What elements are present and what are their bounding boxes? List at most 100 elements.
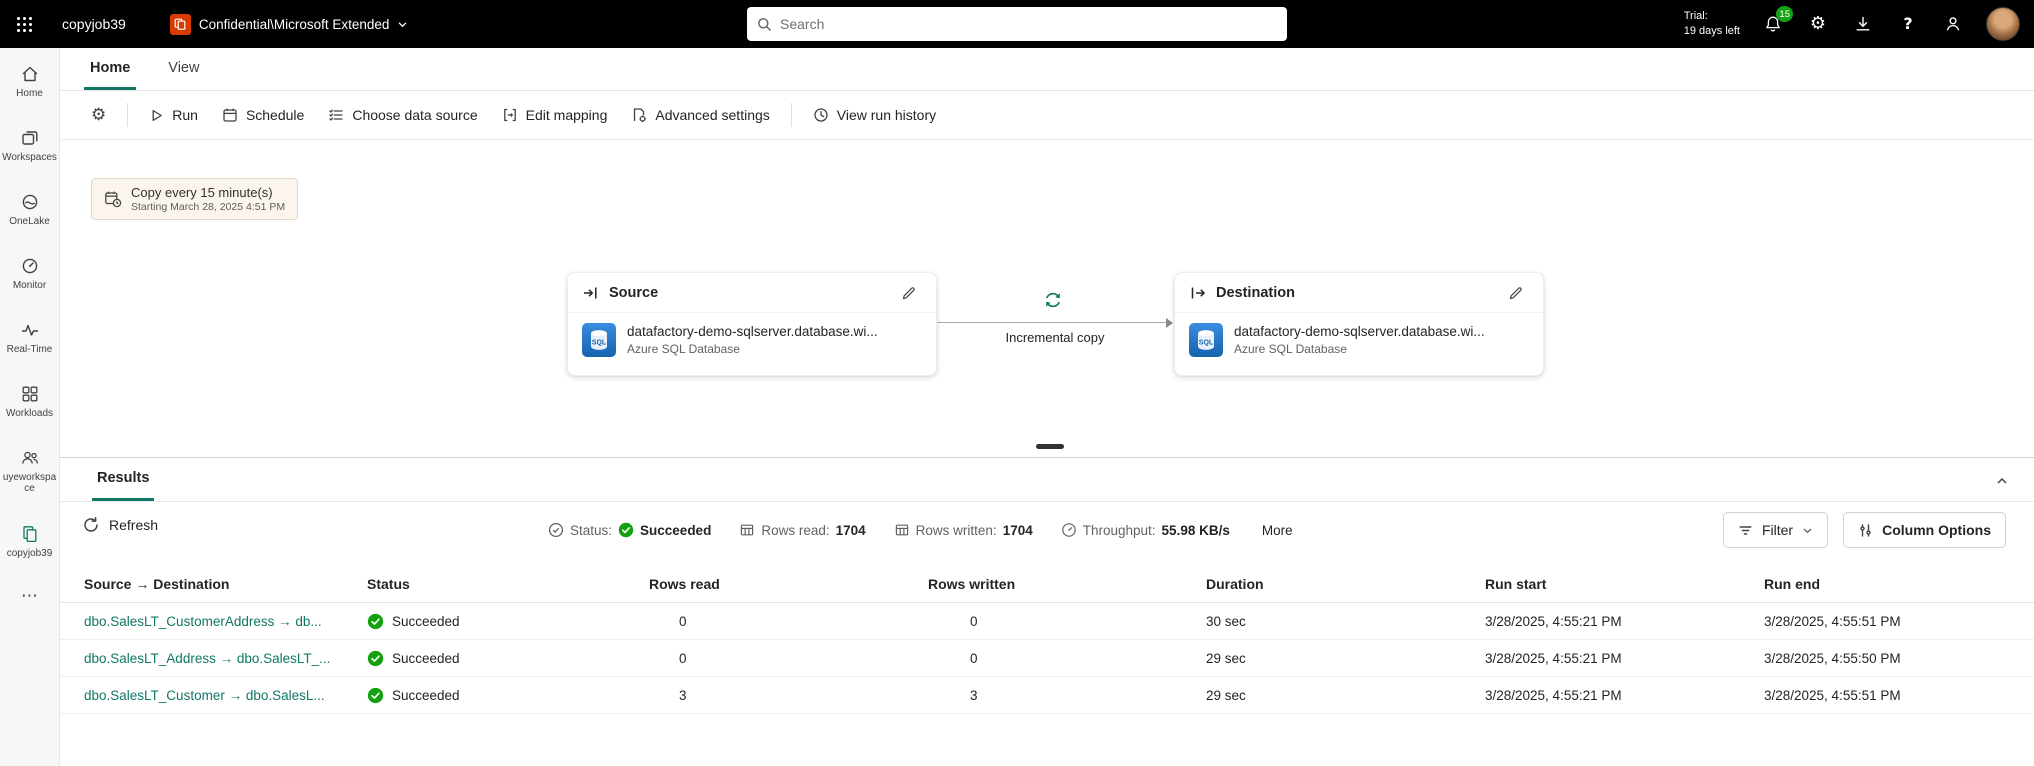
notifications-button[interactable]: 15 xyxy=(1761,12,1785,36)
run-end-value: 3/28/2025, 4:55:51 PM xyxy=(1764,688,2034,703)
schedule-note[interactable]: Copy every 15 minute(s) Starting March 2… xyxy=(91,178,298,220)
sidebar-item-monitor[interactable]: Monitor xyxy=(0,248,60,312)
notification-count-badge: 15 xyxy=(1776,6,1793,22)
duration-value: 29 sec xyxy=(1206,651,1485,666)
mapping-icon xyxy=(502,107,518,123)
calendar-icon xyxy=(222,107,238,123)
table-row: dbo.SalesLT_Customer → dbo.SalesL... Suc… xyxy=(60,677,2034,714)
view-run-history-button[interactable]: View run history xyxy=(802,97,947,133)
help-button[interactable]: ? xyxy=(1896,12,1920,36)
downloads-button[interactable] xyxy=(1851,12,1875,36)
app-launcher-button[interactable] xyxy=(0,0,48,48)
rows-read-value: 0 xyxy=(649,614,928,629)
destination-connection: datafactory-demo-sqlserver.database.wi..… xyxy=(1234,324,1485,356)
table-icon xyxy=(894,522,910,538)
run-metrics: Status: Succeeded Rows read: 1704 Rows w… xyxy=(548,502,1293,558)
sidebar-item-workloads[interactable]: Workloads xyxy=(0,376,60,440)
sidebar-item-onelake[interactable]: OneLake xyxy=(0,184,60,248)
gear-icon: ⚙ xyxy=(91,107,106,124)
feedback-button[interactable] xyxy=(1941,12,1965,36)
job-settings-button[interactable]: ⚙ xyxy=(80,97,117,133)
download-icon xyxy=(1854,15,1872,33)
sensitivity-label-button[interactable]: Confidential\Microsoft Extended xyxy=(170,14,409,35)
filter-icon xyxy=(1738,523,1753,538)
workloads-grid-icon xyxy=(20,384,40,404)
filter-button[interactable]: Filter xyxy=(1723,512,1828,548)
advanced-settings-button[interactable]: Advanced settings xyxy=(620,97,780,133)
sensitivity-label-text: Confidential\Microsoft Extended xyxy=(199,17,390,32)
status-metric: Status: Succeeded xyxy=(548,522,711,538)
azure-sql-icon: SQL xyxy=(1189,323,1223,357)
results-tabbar: Results xyxy=(60,458,2034,502)
copy-job-doc-icon xyxy=(20,524,40,544)
main-content: Home View ⚙ Run Schedule xyxy=(60,48,2034,766)
col-run-end: Run end xyxy=(1764,576,2034,592)
runs-table: Source → Destination Status Rows read Ro… xyxy=(60,566,2034,714)
refresh-icon xyxy=(82,516,100,534)
success-icon xyxy=(367,687,384,704)
refresh-button[interactable]: Refresh xyxy=(82,516,158,534)
ribbon-tabs: Home View xyxy=(60,48,2034,91)
source-dest-link[interactable]: dbo.SalesLT_Customer → dbo.SalesL... xyxy=(84,688,367,703)
table-icon xyxy=(739,522,755,538)
col-run-start: Run start xyxy=(1485,576,1764,592)
app-title[interactable]: copyjob39 xyxy=(62,16,126,32)
checklist-icon xyxy=(328,107,344,123)
results-toolbar: Refresh Status: Succeeded Rows read: 170… xyxy=(60,502,2034,558)
panel-resize-handle[interactable] xyxy=(1036,444,1064,449)
source-card[interactable]: Source SQL xyxy=(567,272,937,376)
user-avatar[interactable] xyxy=(1986,7,2020,41)
edit-mapping-button[interactable]: Edit mapping xyxy=(491,97,619,133)
sidebar-item-real-time[interactable]: Real-Time xyxy=(0,312,60,376)
table-row: dbo.SalesLT_CustomerAddress → db... Succ… xyxy=(60,603,2034,640)
more-metrics-button[interactable]: More xyxy=(1262,523,1293,538)
sidebar-item-home[interactable]: Home xyxy=(0,56,60,120)
source-input-icon xyxy=(582,284,600,302)
sidebar-item-workspace[interactable]: uyeworkspace xyxy=(0,440,60,516)
run-end-value: 3/28/2025, 4:55:51 PM xyxy=(1764,614,2034,629)
choose-data-source-button[interactable]: Choose data source xyxy=(317,97,488,133)
results-actions: Filter Column Options xyxy=(1723,512,2006,548)
svg-text:SQL: SQL xyxy=(592,340,607,347)
run-end-value: 3/28/2025, 4:55:50 PM xyxy=(1764,651,2034,666)
person-icon xyxy=(1944,15,1962,33)
sidebar-item-copyjob39[interactable]: copyjob39 xyxy=(0,516,60,580)
sidebar-more-button[interactable]: ⋯ xyxy=(21,588,38,605)
collapse-panel-button[interactable] xyxy=(1990,469,2014,493)
column-options-button[interactable]: Column Options xyxy=(1843,512,2006,548)
search-box[interactable] xyxy=(747,7,1287,41)
run-start-value: 3/28/2025, 4:55:21 PM xyxy=(1485,651,1764,666)
copy-job-item-icon xyxy=(170,14,191,35)
top-app-bar: copyjob39 Confidential\Microsoft Extende… xyxy=(0,0,2034,48)
source-dest-link[interactable]: dbo.SalesLT_Address → dbo.SalesLT_... xyxy=(84,651,367,666)
settings-button-topbar[interactable]: ⚙ xyxy=(1806,12,1830,36)
incremental-copy-icon xyxy=(1042,289,1064,311)
trial-status: Trial: 19 days left xyxy=(1684,9,1740,39)
tab-home[interactable]: Home xyxy=(84,48,136,90)
rows-read-value: 0 xyxy=(649,651,928,666)
destination-card[interactable]: Destination SQL datafac xyxy=(1174,272,1544,376)
run-status: Succeeded xyxy=(367,687,649,704)
schedule-button[interactable]: Schedule xyxy=(211,97,315,133)
sidebar-item-workspaces[interactable]: Workspaces xyxy=(0,120,60,184)
col-source-destination: Source → Destination xyxy=(84,576,367,592)
chevron-up-icon xyxy=(1995,474,2009,488)
source-connection: datafactory-demo-sqlserver.database.wi..… xyxy=(627,324,878,356)
source-dest-link[interactable]: dbo.SalesLT_CustomerAddress → db... xyxy=(84,614,367,629)
edit-source-button[interactable] xyxy=(896,280,922,306)
tab-view[interactable]: View xyxy=(162,48,205,90)
run-button[interactable]: Run xyxy=(138,97,209,133)
col-rows-read: Rows read xyxy=(649,576,928,592)
destination-card-header: Destination xyxy=(1175,273,1543,313)
edit-destination-button[interactable] xyxy=(1503,280,1529,306)
duration-value: 29 sec xyxy=(1206,688,1485,703)
tab-results[interactable]: Results xyxy=(92,458,154,501)
topbar-actions: Trial: 19 days left 15 ⚙ ? xyxy=(1684,7,2020,41)
left-nav: Home Workspaces OneLake xyxy=(0,48,60,766)
run-status: Succeeded xyxy=(367,613,649,630)
table-row: dbo.SalesLT_Address → dbo.SalesLT_... Su… xyxy=(60,640,2034,677)
destination-output-icon xyxy=(1189,284,1207,302)
onelake-icon xyxy=(20,192,40,212)
azure-sql-icon: SQL xyxy=(582,323,616,357)
search-input[interactable] xyxy=(780,16,1277,32)
